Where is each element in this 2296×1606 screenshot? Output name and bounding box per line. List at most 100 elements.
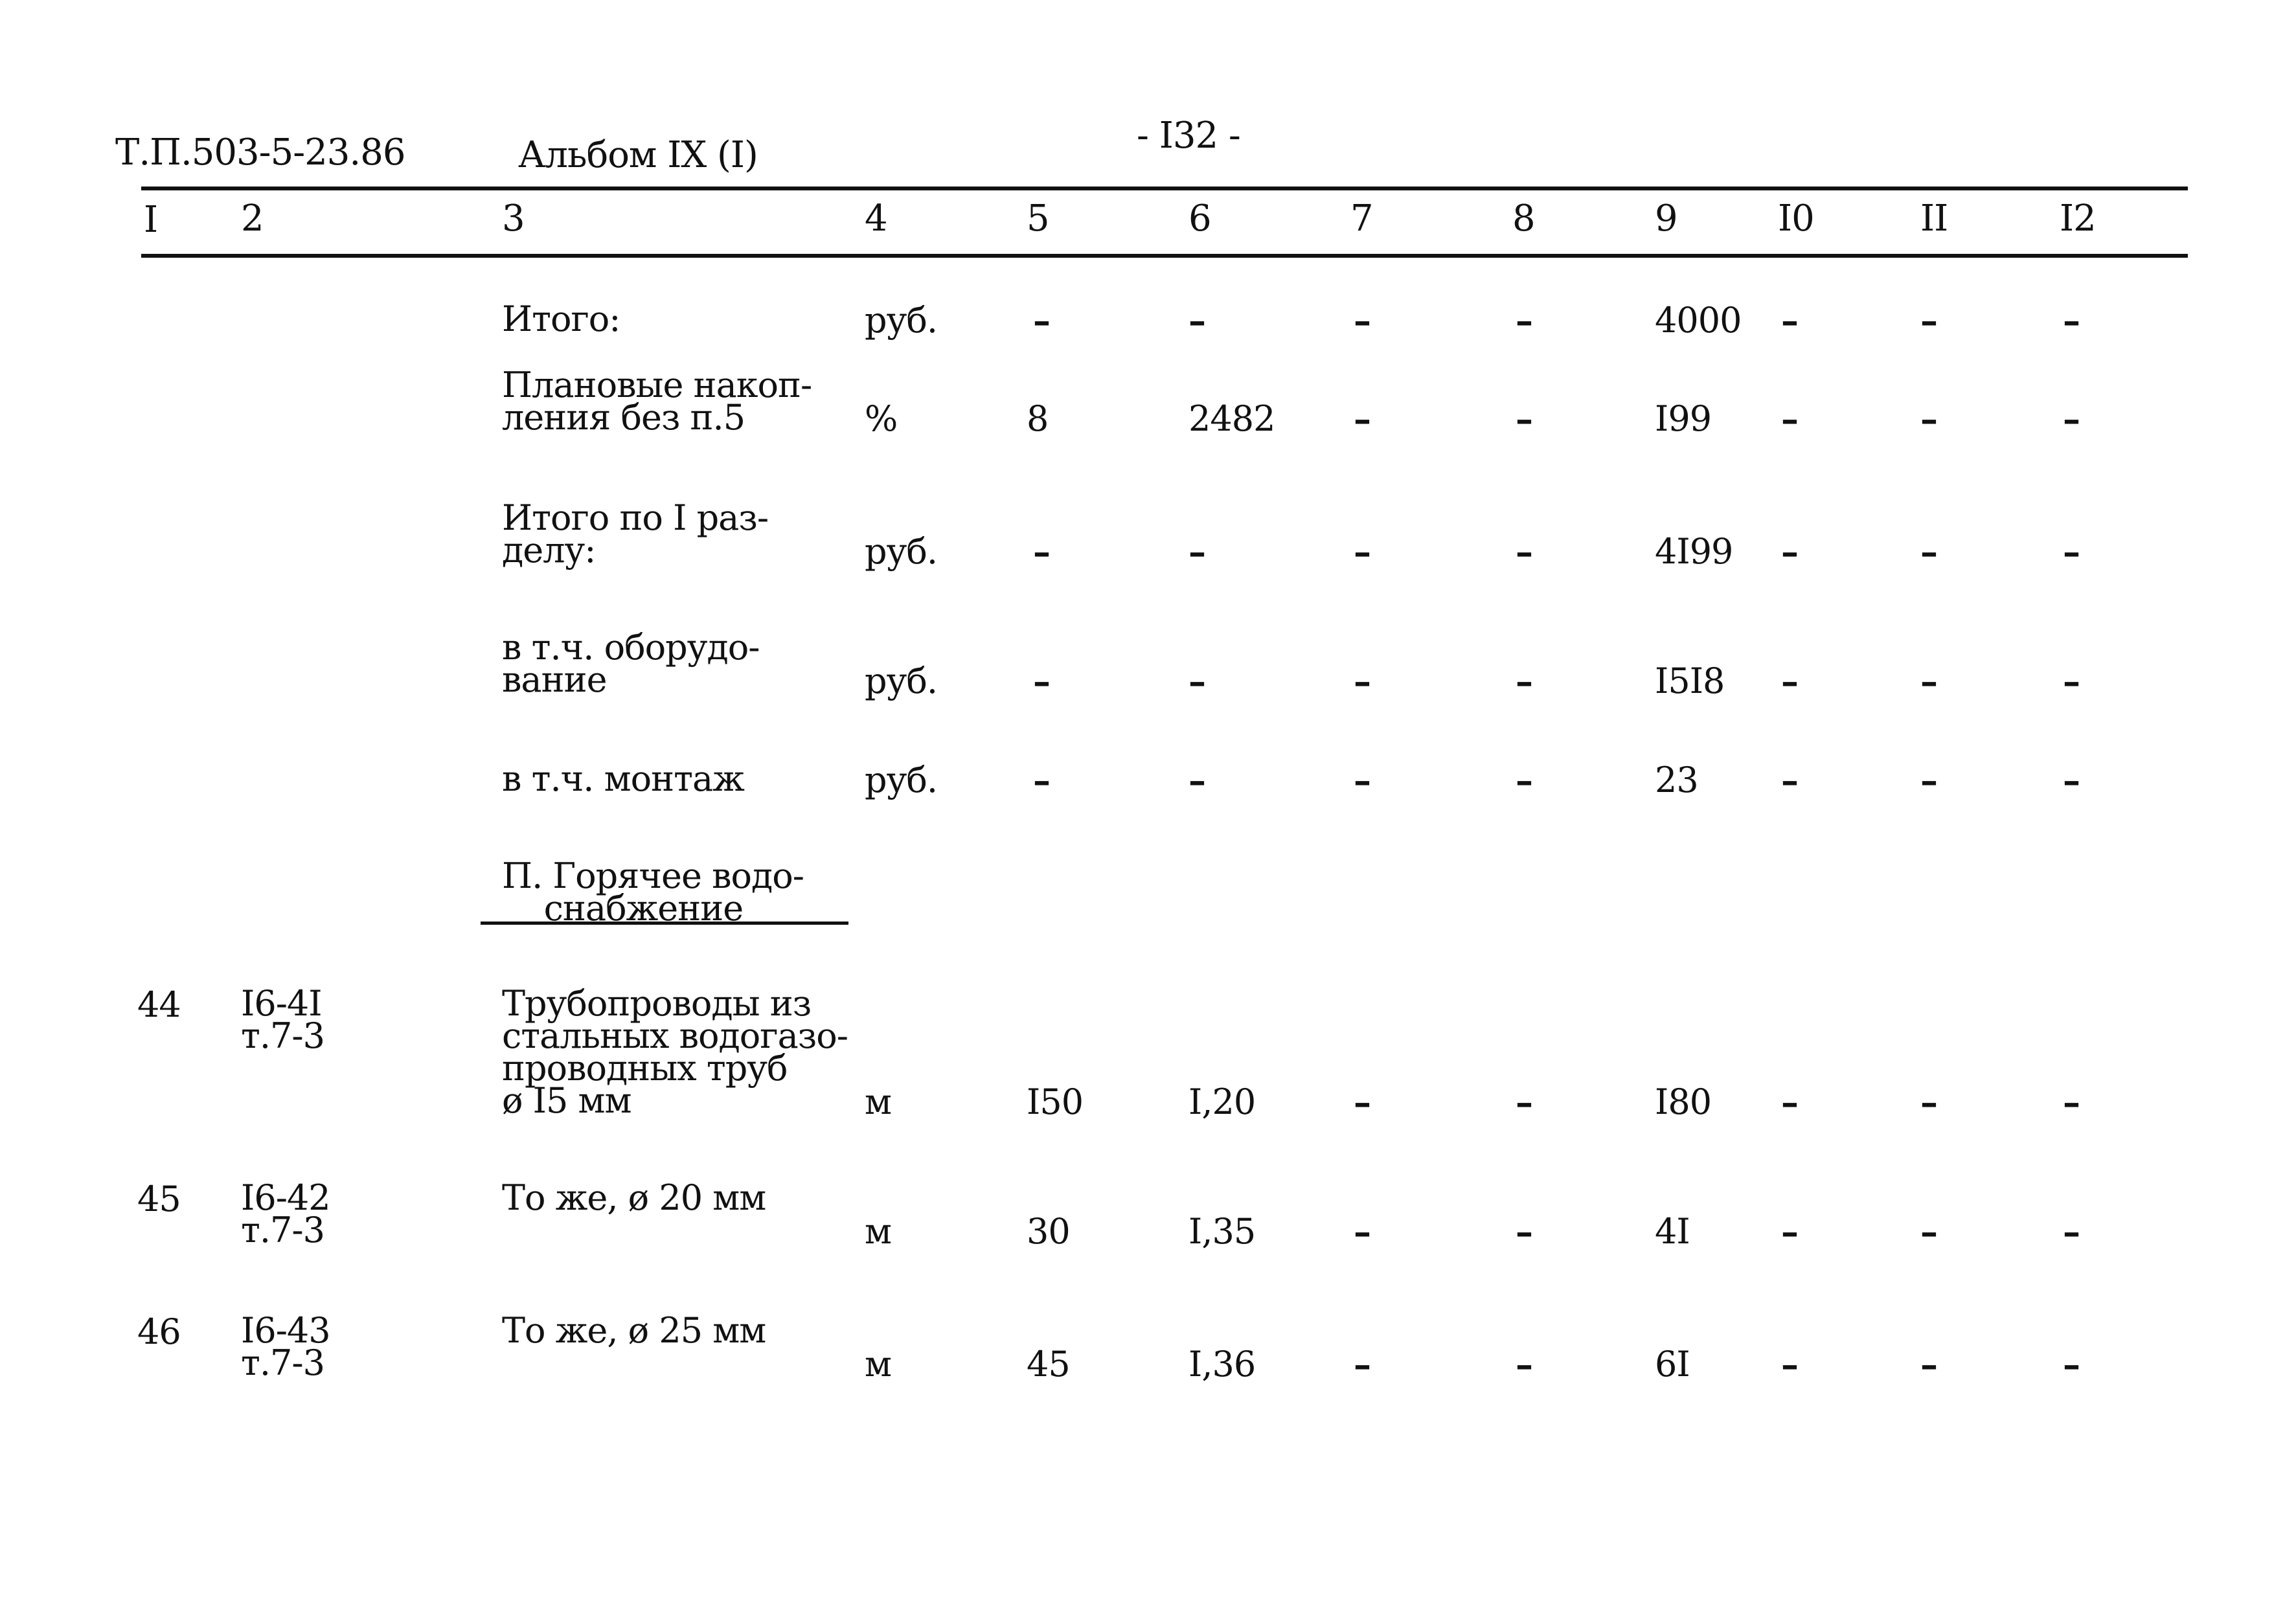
cell-col-12: – [2063, 1211, 2080, 1252]
cell-col-8: – [1516, 398, 1533, 440]
item-code: I6-43 т.7-3 [241, 1310, 331, 1383]
cell-col-6: I,20 [1188, 1081, 1256, 1122]
cell-col-10: – [1781, 1211, 1799, 1252]
cell-col-8: – [1516, 1344, 1533, 1385]
item-code: I6-4I т.7-3 [241, 983, 325, 1056]
cell-col-7: – [1354, 398, 1371, 440]
column-header-12: I2 [2060, 198, 2097, 240]
row-name: в т.ч. оборудо- вание [502, 627, 760, 700]
cell-col-5: 30 [1027, 1211, 1071, 1252]
cell-col-7: – [1354, 1344, 1371, 1385]
page-number: - I32 - [1137, 115, 1241, 157]
cell-col-9: 6I [1655, 1344, 1690, 1385]
cell-col-11: – [1920, 1081, 1938, 1123]
section-title-underline [481, 922, 848, 925]
cell-col-10: – [1781, 1081, 1799, 1123]
cell-col-12: – [2063, 1344, 2080, 1385]
cell-col-7: – [1354, 1081, 1371, 1123]
column-header-2: 2 [241, 198, 264, 240]
cell-col-9: 4I [1655, 1211, 1690, 1252]
cell-col-12: – [2063, 661, 2080, 702]
cell-col-5: – [1033, 300, 1051, 341]
cell-col-10: – [1781, 661, 1799, 702]
cell-col-9: I80 [1655, 1081, 1712, 1122]
item-name: То же, ø 20 мм [502, 1177, 766, 1218]
cell-col-6: – [1188, 300, 1206, 341]
cell-col-11: – [1920, 1344, 1938, 1385]
cell-col-10: – [1781, 531, 1799, 572]
item-name: Трубопроводы из стальных водогазо- прово… [502, 983, 848, 1121]
item-number: 44 [137, 984, 181, 1025]
cell-col-7: – [1354, 661, 1371, 702]
cell-col-12: – [2063, 1081, 2080, 1123]
column-header-9: 9 [1655, 198, 1678, 240]
table-top-rule [141, 187, 2188, 190]
cell-col-6: – [1188, 661, 1206, 702]
row-unit: руб. [865, 661, 938, 701]
cell-col-6: I,36 [1188, 1344, 1256, 1385]
row-unit: руб. [865, 760, 938, 800]
cell-col-12: – [2063, 531, 2080, 572]
column-header-10: I0 [1778, 198, 1815, 240]
item-unit: м [865, 1344, 892, 1385]
row-name: в т.ч. монтаж [502, 758, 745, 799]
row-unit: % [865, 398, 898, 439]
item-name: То же, ø 25 мм [502, 1310, 766, 1351]
column-header-11: II [1920, 198, 1948, 240]
cell-col-7: – [1354, 760, 1371, 801]
cell-col-8: – [1516, 1081, 1533, 1123]
cell-col-8: – [1516, 760, 1533, 801]
cell-col-9: 4I99 [1655, 531, 1733, 572]
cell-col-11: – [1920, 398, 1938, 440]
row-unit: руб. [865, 531, 938, 572]
cell-col-9: I5I8 [1655, 661, 1725, 701]
item-number: 46 [137, 1311, 181, 1352]
cell-col-10: – [1781, 398, 1799, 440]
column-header-6: 6 [1188, 198, 1212, 240]
cell-col-5: – [1033, 661, 1051, 702]
item-unit: м [865, 1211, 892, 1252]
cell-col-5: – [1033, 760, 1051, 801]
cell-col-7: – [1354, 300, 1371, 341]
cell-col-8: – [1516, 300, 1533, 341]
cell-col-10: – [1781, 760, 1799, 801]
item-unit: м [865, 1081, 892, 1122]
item-number: 45 [137, 1179, 181, 1219]
album-label: Альбом IX (I) [518, 134, 758, 176]
cell-col-12: – [2063, 300, 2080, 341]
section-title: П. Горячее водо- снабжение [502, 855, 804, 929]
item-code: I6-42 т.7-3 [241, 1177, 331, 1250]
row-name: Итого: [502, 299, 620, 339]
cell-col-11: – [1920, 1211, 1938, 1252]
cell-col-6: I,35 [1188, 1211, 1256, 1252]
cell-col-6: – [1188, 531, 1206, 572]
cell-col-11: – [1920, 760, 1938, 801]
cell-col-7: – [1354, 531, 1371, 572]
row-name: Плановые накоп- ления без п.5 [502, 365, 812, 438]
cell-col-5: 8 [1027, 398, 1049, 439]
row-unit: руб. [865, 300, 938, 341]
cell-col-6: – [1188, 760, 1206, 801]
column-header-1: I [144, 199, 158, 241]
cell-col-9: 4000 [1655, 300, 1742, 341]
cell-col-11: – [1920, 300, 1938, 341]
cell-col-8: – [1516, 1211, 1533, 1252]
cell-col-8: – [1516, 661, 1533, 702]
cell-col-10: – [1781, 1344, 1799, 1385]
cell-col-10: – [1781, 300, 1799, 341]
column-header-3: 3 [502, 198, 525, 240]
column-header-7: 7 [1350, 198, 1374, 240]
cell-col-9: I99 [1655, 398, 1712, 439]
cell-col-5: 45 [1027, 1344, 1071, 1385]
cell-col-11: – [1920, 531, 1938, 572]
column-header-8: 8 [1512, 198, 1536, 240]
cell-col-12: – [2063, 760, 2080, 801]
document-code: Т.П.503-5-23.86 [115, 131, 405, 174]
cell-col-5: – [1033, 531, 1051, 572]
cell-col-7: – [1354, 1211, 1371, 1252]
cell-col-11: – [1920, 661, 1938, 702]
column-header-5: 5 [1027, 198, 1050, 240]
column-header-4: 4 [865, 198, 888, 240]
cell-col-8: – [1516, 531, 1533, 572]
cell-col-9: 23 [1655, 760, 1699, 800]
